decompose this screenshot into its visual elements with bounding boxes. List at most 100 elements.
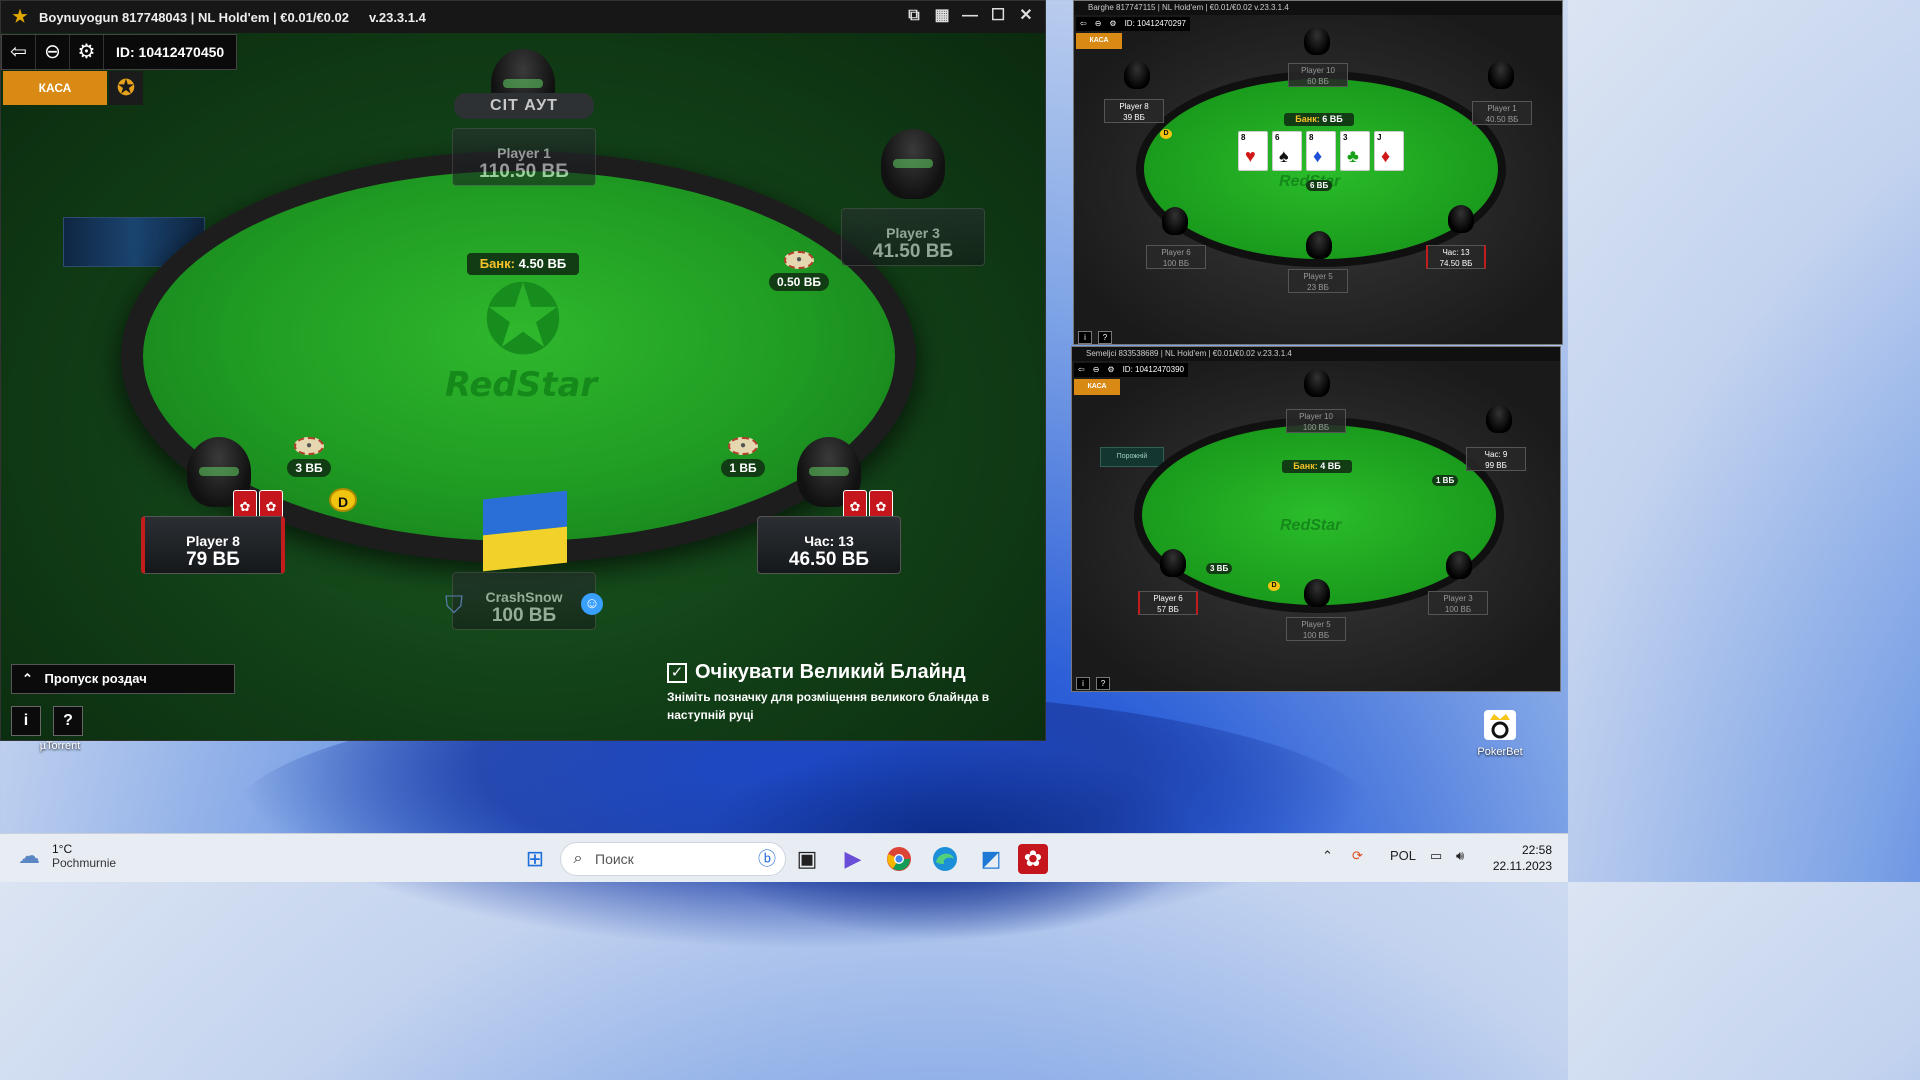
seat-plate: Player 6 57 ВБ	[1138, 591, 1198, 615]
avatar	[881, 129, 945, 199]
dealer-button: D	[1160, 129, 1172, 139]
table-window-3: Semeljci 833538689 | NL Hold'em | €0.01/…	[1071, 346, 1561, 692]
wait-big-blind-option: ✓ Очікувати Великий Блайнд Зніміть позна…	[667, 661, 1037, 724]
seat-plate: Player 3 100 ВБ	[1428, 591, 1488, 615]
clock[interactable]: 22:58 22.11.2023	[1486, 842, 1552, 874]
pot-display: Банк: 4 ВБ	[1282, 460, 1352, 473]
seat-plate: Player 1 40.50 ВБ	[1472, 101, 1532, 125]
settings-icon[interactable]: ⚙	[1105, 17, 1120, 31]
info-button[interactable]: i	[1076, 677, 1090, 690]
view-toggle-icon[interactable]: ⊖	[36, 35, 70, 69]
help-button[interactable]: ?	[53, 706, 83, 736]
volume-icon[interactable]: 🔊︎	[1456, 848, 1464, 864]
board-card: 6 ♠	[1272, 131, 1302, 171]
avatar	[1446, 551, 1472, 579]
player-name: Player 3	[886, 225, 940, 241]
seat-plate: Player 5 23 ВБ	[1288, 269, 1348, 293]
table-id: ID: 10412470450	[116, 44, 225, 60]
player-plate: CrashSnow 100 ВБ	[452, 572, 596, 630]
language-indicator[interactable]: POL	[1390, 848, 1416, 863]
main-poker-window: ★ Boynuyogun 817748043 | NL Hold'em | €0…	[0, 0, 1046, 741]
bet-amount: 1 ВБ	[721, 459, 765, 477]
ukraine-flag-icon	[483, 490, 567, 572]
view-toggle-icon[interactable]: ⊖	[1089, 363, 1104, 377]
window-2-title: Barghe 817747115 | NL Hold'em | €0.01/€0…	[1074, 1, 1562, 15]
edge-icon[interactable]	[930, 844, 960, 874]
table-toolbar: ⇦ ⊖ ⚙ ID: 10412470390	[1074, 363, 1188, 377]
chip-icon[interactable]: ✪	[109, 71, 143, 105]
pot-display: Банк: 6 ВБ	[1284, 113, 1354, 126]
skip-hands-button[interactable]: ⌃ Пропуск роздач	[11, 664, 235, 694]
help-button[interactable]: ?	[1096, 677, 1110, 690]
help-button[interactable]: ?	[1098, 331, 1112, 344]
weather-widget[interactable]: ☁ 1°C Pochmurnie	[18, 842, 116, 870]
empty-seat-button[interactable]: Порожній	[1100, 447, 1164, 467]
network-icon[interactable]: ▭	[1430, 848, 1442, 864]
chevron-up-icon[interactable]: ⌃	[1322, 848, 1333, 864]
player-stack: 41.50 ВБ	[872, 241, 954, 262]
settings-icon[interactable]: ⚙	[1103, 363, 1118, 377]
temperature: 1°C	[52, 842, 73, 856]
cashier-button[interactable]: КАСА	[1074, 379, 1120, 395]
dealer-button: D	[329, 488, 357, 512]
avatar	[1304, 27, 1330, 55]
seat-plate: Player 10 60 ВБ	[1288, 63, 1348, 87]
dealer-button: D	[1268, 581, 1280, 591]
bet-right: ● 1 ВБ	[713, 437, 773, 477]
minimize-button[interactable]: —	[961, 7, 979, 25]
emoji-icon[interactable]: ☺	[581, 593, 603, 615]
bet-amount: 1 ВБ	[1432, 475, 1459, 486]
start-windows-icon[interactable]: ⊞	[520, 844, 550, 874]
desktop-icon-utorrent[interactable]: µTorrent	[20, 740, 100, 752]
leave-table-icon[interactable]: ⇦	[2, 35, 36, 69]
player-stack: 46.50 ВБ	[788, 549, 870, 570]
search-icon: ⌕	[573, 850, 583, 867]
chip-stack-icon: ●	[784, 251, 814, 269]
bing-icon[interactable]: ⓑ	[753, 845, 781, 873]
pot-display: Банк: 4.50 ВБ	[467, 253, 579, 275]
desktop-icon-pokerbet[interactable]: PokerBet	[1460, 708, 1540, 758]
avatar	[1162, 207, 1188, 235]
leave-table-icon[interactable]: ⇦	[1074, 363, 1089, 377]
tile-icon[interactable]: ▦	[933, 7, 951, 25]
table-felt	[1142, 425, 1496, 605]
chevrons-up-icon: ⌃	[22, 671, 33, 686]
avatar	[1486, 405, 1512, 433]
settings-icon[interactable]: ⚙	[70, 35, 104, 69]
photos-icon[interactable]: ◩	[976, 844, 1006, 874]
chrome-icon[interactable]	[884, 844, 914, 874]
info-button[interactable]: i	[1078, 331, 1092, 344]
info-button[interactable]: i	[11, 706, 41, 736]
cashier-button[interactable]: КАСА	[1076, 33, 1122, 49]
sync-icon[interactable]: ⟳	[1352, 848, 1363, 864]
player-stack: 79 ВБ	[186, 549, 240, 570]
skip-hands-label: Пропуск роздач	[44, 671, 147, 686]
bet-player-3: ● 0.50 ВБ	[769, 251, 829, 291]
table-window-2: Barghe 817747115 | NL Hold'em | €0.01/€0…	[1073, 0, 1563, 345]
avatar	[1304, 369, 1330, 397]
wait-big-blind-title: Очікувати Великий Блайнд	[695, 661, 966, 683]
leave-table-icon[interactable]: ⇦	[1076, 17, 1091, 31]
bet-player-8: ● 3 ВБ	[279, 437, 339, 477]
brand-logo-text: RedStar	[1280, 517, 1342, 534]
seat-plate: Player 10 100 ВБ	[1286, 409, 1346, 433]
view-toggle-icon[interactable]: ⊖	[1091, 17, 1106, 31]
timer-label: Час: 13	[804, 533, 854, 549]
multi-window-icon[interactable]: ⧉	[905, 7, 923, 25]
search-box[interactable]: ⌕ Поиск ⓑ	[560, 842, 786, 876]
close-button[interactable]: ✕	[1017, 7, 1035, 25]
pot-value: 4.50 ВБ	[518, 256, 567, 271]
cashier-button[interactable]: КАСА	[3, 71, 107, 105]
redstar-logo-icon: ✪	[482, 267, 564, 374]
avatar	[1160, 549, 1186, 577]
player-plate: Player 8 79 ВБ	[141, 516, 285, 574]
table-id: ID: 10412470297	[1124, 19, 1186, 28]
wait-big-blind-checkbox[interactable]: ✓	[667, 662, 687, 683]
redstar-poker-icon[interactable]: ✿	[1018, 844, 1048, 874]
maximize-button[interactable]: ☐	[989, 7, 1007, 25]
utorrent-label: µTorrent	[39, 740, 81, 752]
task-view-icon[interactable]: ▣	[792, 844, 822, 874]
player-name: Player 8	[186, 533, 240, 549]
table-toolbar: ⇦ ⊖ ⚙ ID: 10412470450	[1, 34, 238, 70]
teams-chat-icon[interactable]: ▶	[838, 844, 868, 874]
